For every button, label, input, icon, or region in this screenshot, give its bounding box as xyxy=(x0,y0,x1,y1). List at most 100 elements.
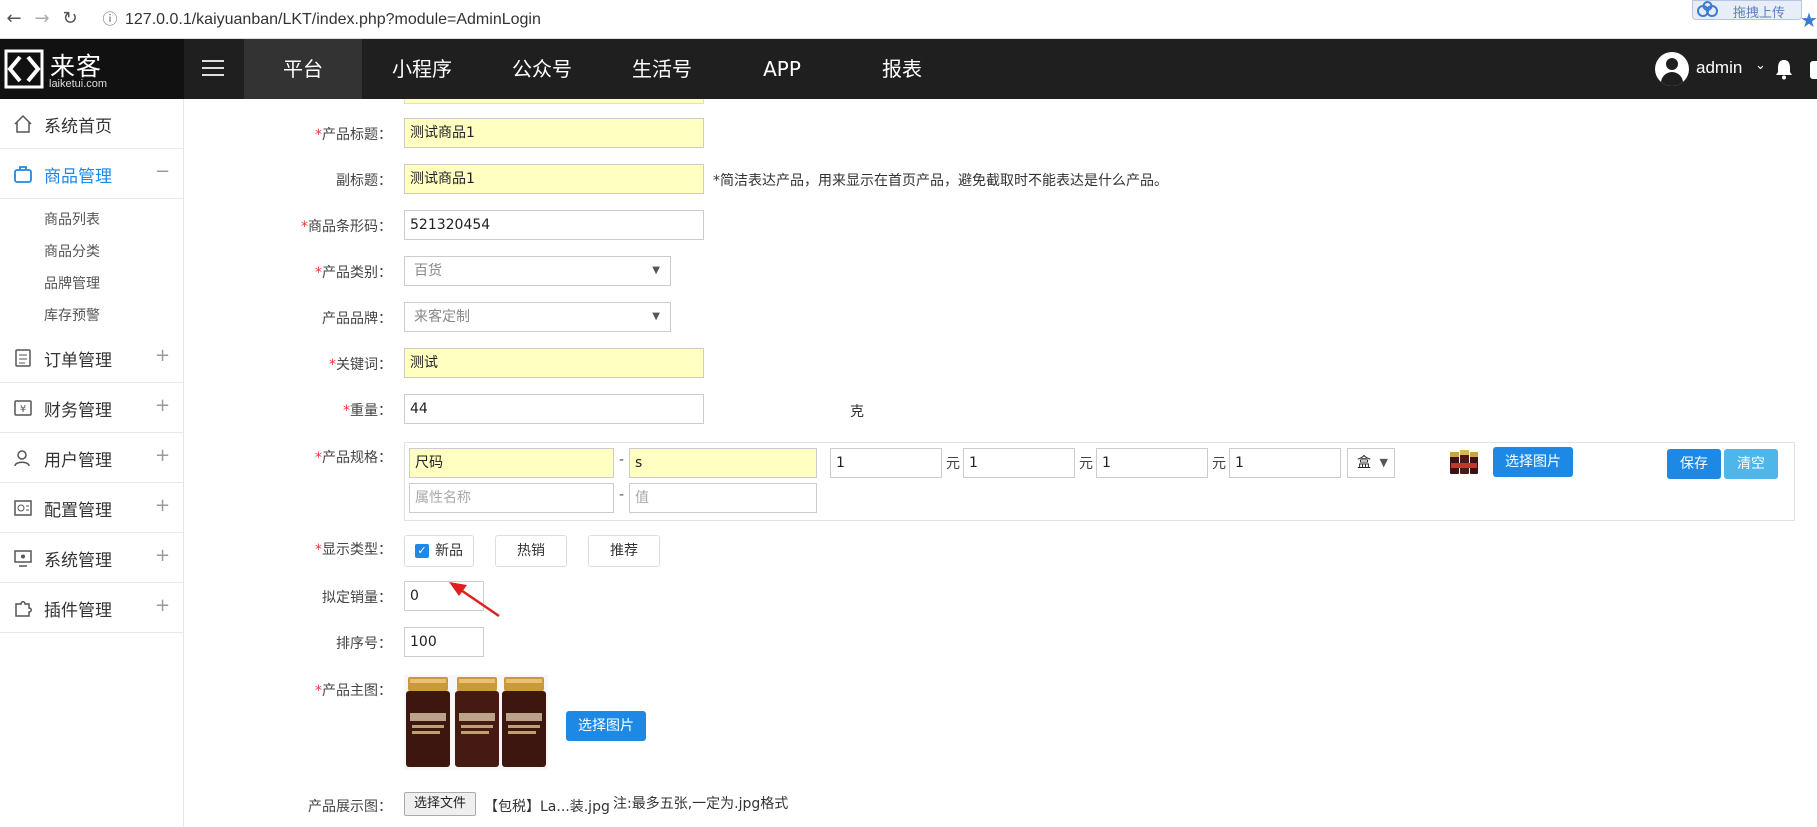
gallery-note: 注:最多五张,一定为.jpg格式 xyxy=(613,796,789,812)
sidebar-item-label: 订单管理 xyxy=(44,351,112,371)
sort-input[interactable]: 100 xyxy=(404,627,484,657)
display-option-recommend[interactable]: 推荐 xyxy=(588,535,660,567)
gallery-label: 产品展示图： xyxy=(308,799,392,815)
bookmark-star-icon[interactable]: ★ xyxy=(1800,8,1817,32)
dropdown-caret-icon: ▼ xyxy=(652,265,660,276)
sidebar-item-finance[interactable]: ¥ 财务管理 + xyxy=(0,383,183,433)
collapse-icon[interactable]: − xyxy=(155,161,170,182)
spec-attr-value-input[interactable]: s xyxy=(629,448,817,478)
spec-cost-price-input[interactable]: 1 xyxy=(830,448,942,478)
site-info-icon[interactable]: ⓘ xyxy=(100,9,120,29)
top-nav: 平台 小程序 公众号 生活号 APP 报表 xyxy=(244,39,962,99)
truncated-icon[interactable] xyxy=(1810,61,1817,79)
spec-unit-value: 盒 xyxy=(1357,455,1371,471)
sidebar-item-label: 插件管理 xyxy=(44,601,112,621)
sidebar-subitem-brand[interactable]: 品牌管理 xyxy=(44,273,100,293)
product-edit-form: *产品标题： 测试商品1 副标题： 测试商品1 *简洁表达产品，用来显示在首页产… xyxy=(192,99,1817,827)
title-input[interactable]: 测试商品1 xyxy=(404,118,704,148)
spec-thumbnail xyxy=(1450,450,1478,474)
spec-label: *产品规格： xyxy=(315,450,392,466)
spec-clear-button[interactable]: 清空 xyxy=(1724,449,1778,479)
category-value: 百货 xyxy=(414,263,442,279)
yuan-unit: 元 xyxy=(1212,456,1226,472)
bell-icon[interactable] xyxy=(1774,58,1794,80)
gallery-file-name: 【包税】La...装.jpg xyxy=(484,799,610,815)
cloud-icon xyxy=(1697,1,1718,17)
spec-attr-value-placeholder[interactable]: 值 xyxy=(629,483,817,513)
sidebar-item-config[interactable]: 配置管理 + xyxy=(0,483,183,533)
app-header: 来客 laiketui.com 平台 小程序 公众号 生活号 APP 报表 ad… xyxy=(0,39,1817,99)
sidebar-item-users[interactable]: 用户管理 + xyxy=(0,433,183,483)
clipped-field xyxy=(192,99,1817,104)
keywords-label: *关键词： xyxy=(329,357,392,373)
keywords-input[interactable]: 测试 xyxy=(404,348,704,378)
display-type-label: *显示类型： xyxy=(315,542,392,558)
sidebar-item-label: 配置管理 xyxy=(44,501,112,521)
sidebar-subitem-stock-alert[interactable]: 库存预警 xyxy=(44,305,100,325)
upload-widget[interactable]: 拖拽上传 xyxy=(1692,0,1802,21)
expand-icon[interactable]: + xyxy=(155,345,170,366)
display-option-hot[interactable]: 热销 xyxy=(495,535,567,567)
spec-select-image-button[interactable]: 选择图片 xyxy=(1493,447,1573,477)
weight-input[interactable]: 44 xyxy=(404,394,704,424)
spec-save-button[interactable]: 保存 xyxy=(1667,449,1721,479)
spec-attr-name-input[interactable]: 尺码 xyxy=(409,448,614,478)
chevron-down-icon: ⌄ xyxy=(1755,58,1766,73)
product-main-image xyxy=(404,675,548,770)
subtitle-input[interactable]: 测试商品1 xyxy=(404,164,704,194)
logo[interactable]: 来客 laiketui.com xyxy=(0,39,184,99)
sidebar-item-home[interactable]: 系统首页 xyxy=(0,99,183,149)
subtitle-label: 副标题： xyxy=(336,173,392,189)
expand-icon[interactable]: + xyxy=(155,545,170,566)
title-label: *产品标题： xyxy=(315,127,392,143)
sidebar-item-label: 财务管理 xyxy=(44,401,112,421)
tab-official-account[interactable]: 公众号 xyxy=(482,39,602,99)
reload-icon[interactable]: ↻ xyxy=(58,7,82,31)
sidebar-item-system[interactable]: 系统管理 + xyxy=(0,533,183,583)
yen-icon: ¥ xyxy=(14,400,32,416)
dropdown-caret-icon: ▼ xyxy=(1379,456,1388,469)
checkbox-checked-icon[interactable]: ✓ xyxy=(415,544,429,558)
gallery-file-button[interactable]: 选择文件 xyxy=(404,792,476,816)
brand-select[interactable]: 来客定制 ▼ xyxy=(404,302,671,332)
back-icon[interactable]: ← xyxy=(2,7,26,31)
spec-unit-select[interactable]: 盒 ▼ xyxy=(1347,448,1395,478)
tab-reports[interactable]: 报表 xyxy=(842,39,962,99)
category-select[interactable]: 百货 ▼ xyxy=(404,256,671,286)
sales-input[interactable]: 0 xyxy=(404,581,484,611)
spec-price-input[interactable]: 1 xyxy=(1096,448,1208,478)
weight-label: *重量： xyxy=(343,403,392,419)
main-image-select-button[interactable]: 选择图片 xyxy=(566,711,646,741)
sidebar-subitem-product-list[interactable]: 商品列表 xyxy=(44,209,100,229)
menu-toggle-icon[interactable] xyxy=(202,60,224,78)
sort-label: 排序号： xyxy=(336,636,392,652)
brand-value: 来客定制 xyxy=(414,309,470,325)
yuan-unit: 元 xyxy=(1079,456,1093,472)
svg-text:¥: ¥ xyxy=(20,404,26,415)
expand-icon[interactable]: + xyxy=(155,495,170,516)
barcode-input[interactable]: 521320454 xyxy=(404,210,704,240)
tab-app[interactable]: APP xyxy=(722,39,842,99)
spec-attr-name-placeholder[interactable]: 属性名称 xyxy=(409,483,614,513)
dropdown-caret-icon: ▼ xyxy=(652,311,660,322)
forward-icon[interactable]: → xyxy=(30,7,54,31)
spec-stock-input[interactable]: 1 xyxy=(1229,448,1341,478)
address-bar[interactable]: 127.0.0.1/kaiyuanban/LKT/index.php?modul… xyxy=(125,9,541,31)
expand-icon[interactable]: + xyxy=(155,445,170,466)
tab-life-account[interactable]: 生活号 xyxy=(602,39,722,99)
tab-platform[interactable]: 平台 xyxy=(244,39,362,99)
sidebar-item-products[interactable]: 商品管理 − xyxy=(0,149,183,199)
sidebar-item-orders[interactable]: 订单管理 + xyxy=(0,333,183,383)
display-option-new[interactable]: ✓ 新品 xyxy=(404,535,474,567)
settings-icon xyxy=(14,500,32,516)
main-image-label: *产品主图： xyxy=(315,683,392,699)
sales-label: 拟定销量： xyxy=(322,590,392,606)
tab-mini-program[interactable]: 小程序 xyxy=(362,39,482,99)
expand-icon[interactable]: + xyxy=(155,595,170,616)
sidebar-item-plugins[interactable]: 插件管理 + xyxy=(0,583,183,633)
sidebar-item-label: 用户管理 xyxy=(44,451,112,471)
sidebar-subitem-product-category[interactable]: 商品分类 xyxy=(44,241,100,261)
spec-original-price-input[interactable]: 1 xyxy=(963,448,1075,478)
expand-icon[interactable]: + xyxy=(155,395,170,416)
monitor-icon xyxy=(14,550,32,567)
